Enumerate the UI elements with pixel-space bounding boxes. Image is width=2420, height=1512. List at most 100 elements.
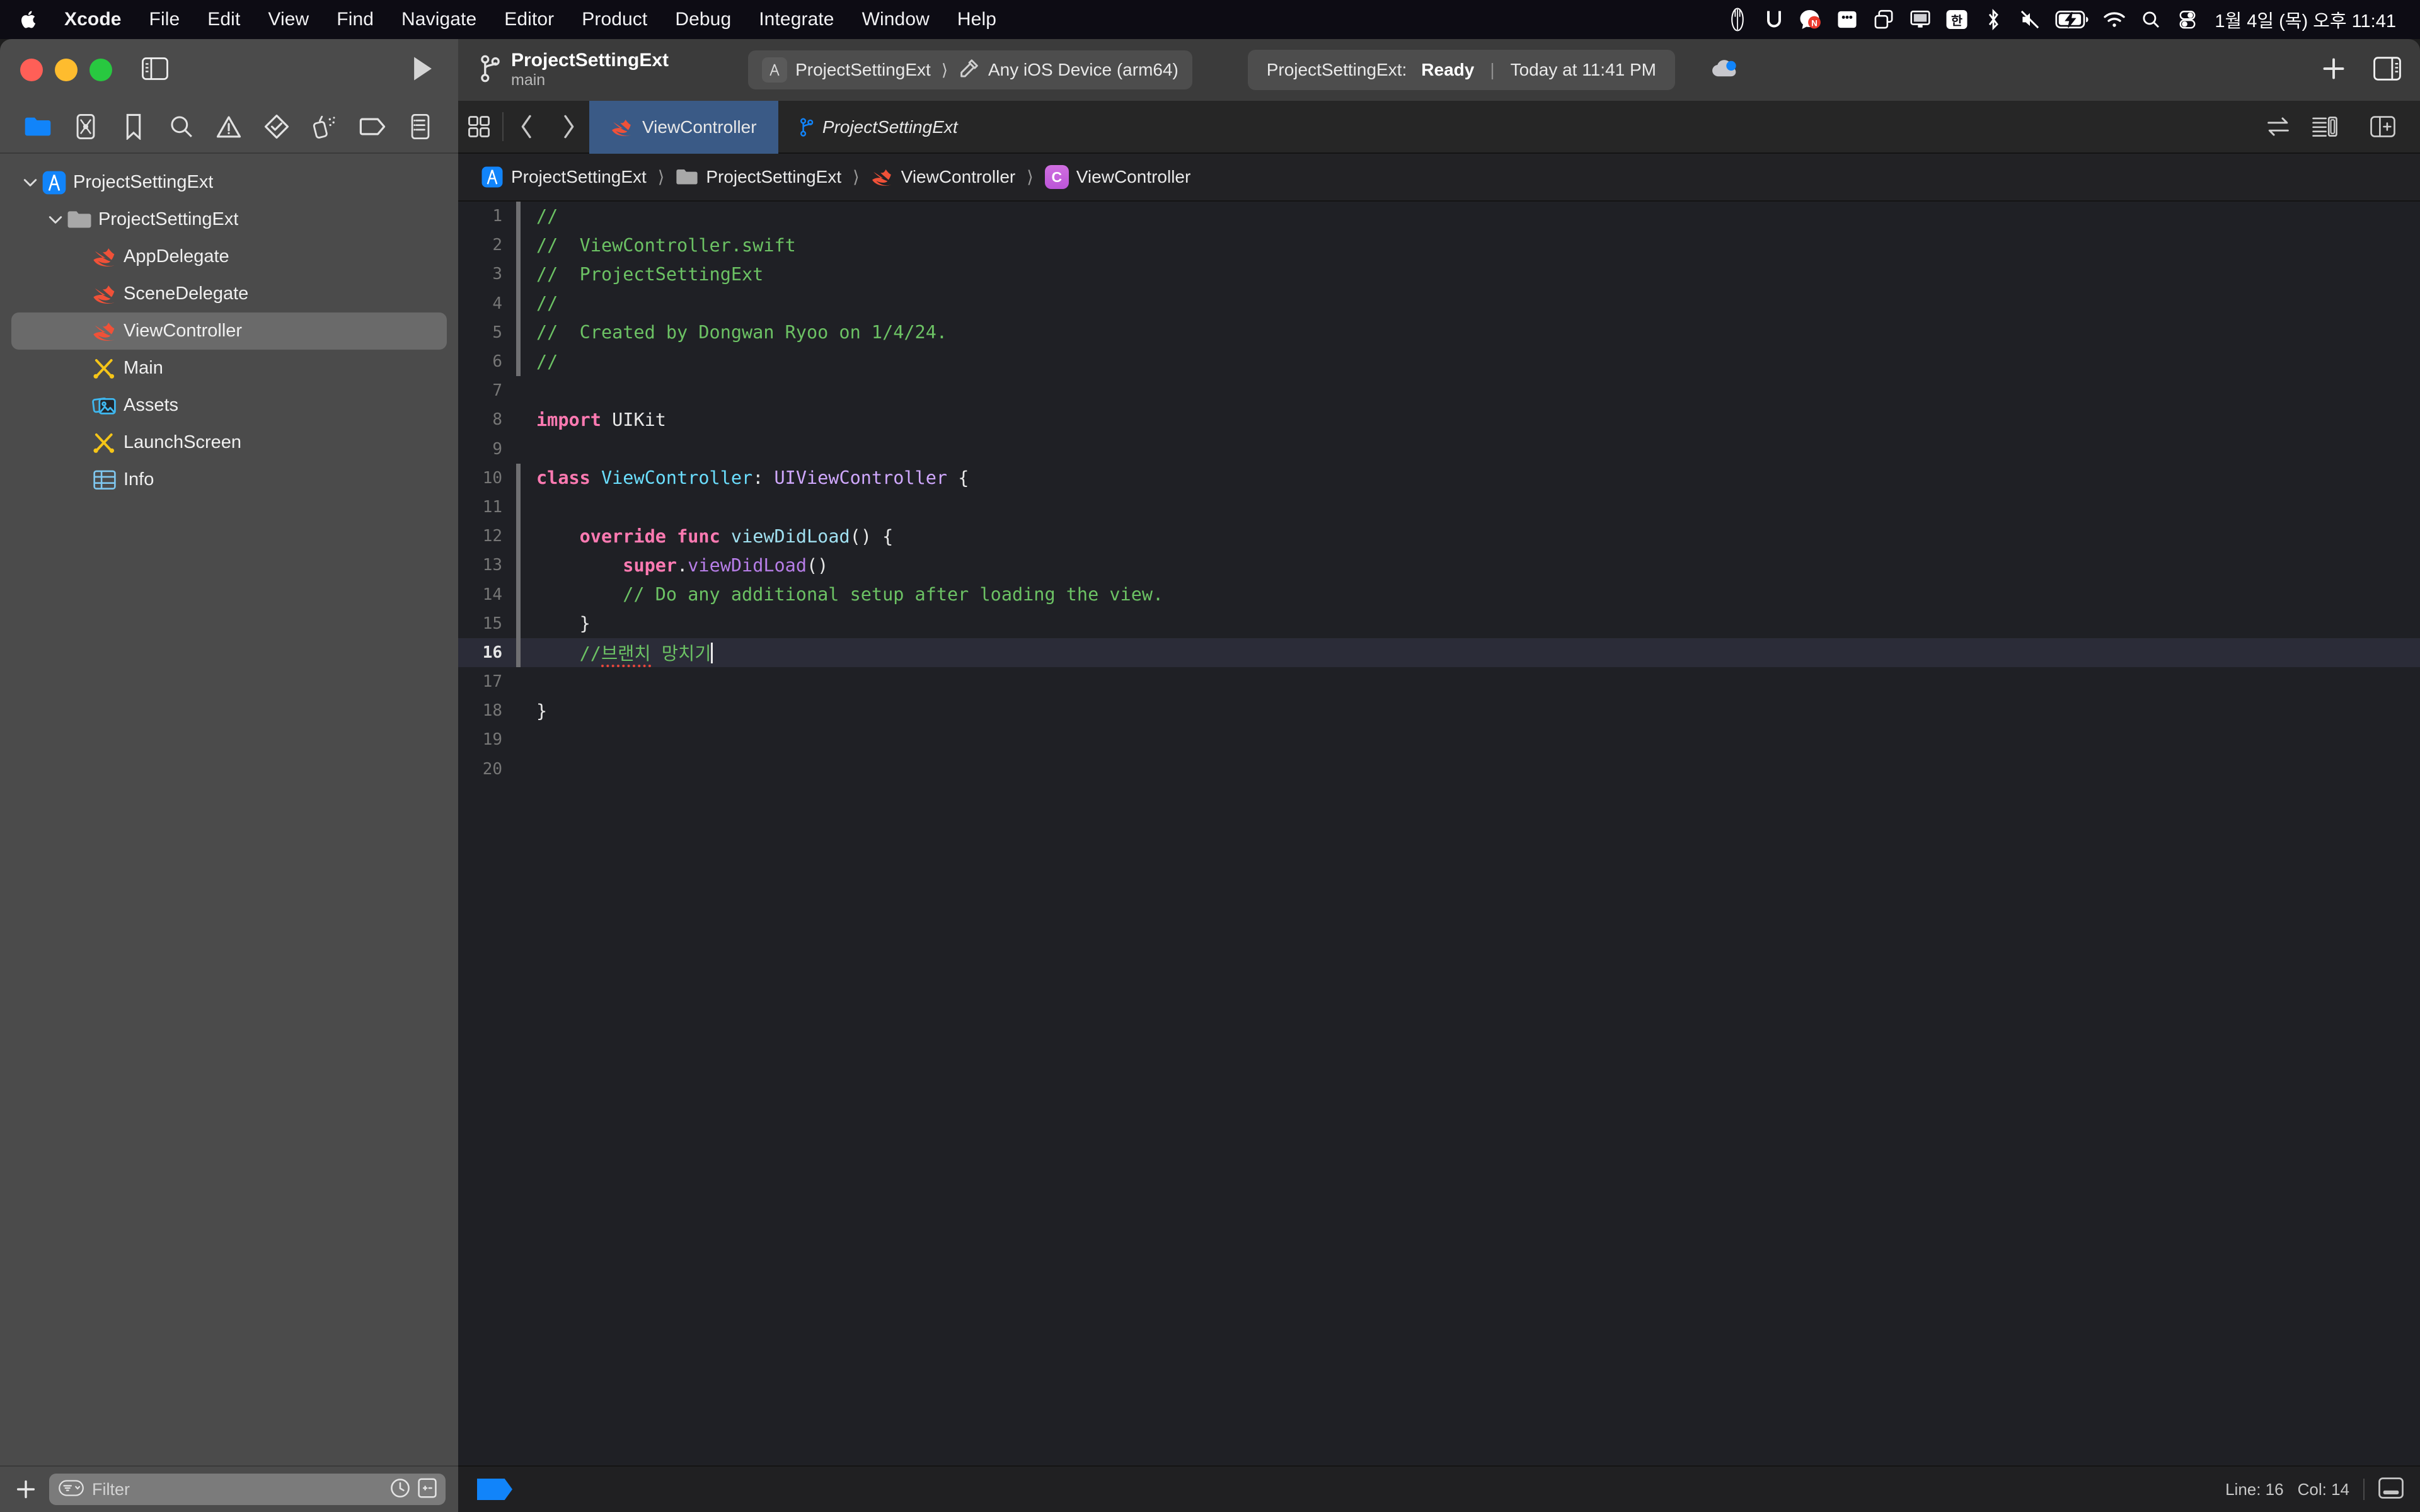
add-editor-icon[interactable] xyxy=(2362,115,2404,138)
tag-icon[interactable] xyxy=(355,110,389,144)
menu-item-debug[interactable]: Debug xyxy=(661,9,745,30)
tree-item-launchscreen-7[interactable]: LaunchScreen xyxy=(11,424,447,461)
breadcrumb-item-1[interactable]: ProjectSettingExt xyxy=(671,167,846,187)
search-icon[interactable] xyxy=(164,110,199,144)
tree-item-appdelegate-2[interactable]: AppDelegate xyxy=(11,238,447,275)
spotlight-search-icon[interactable] xyxy=(2133,0,2169,39)
tree-item-viewcontroller-4[interactable]: ViewController xyxy=(11,312,447,350)
menu-item-product[interactable]: Product xyxy=(568,9,661,30)
recent-clock-icon[interactable] xyxy=(390,1478,410,1501)
apple-logo-icon[interactable] xyxy=(15,8,44,31)
cloud-status-icon[interactable] xyxy=(1710,57,1739,84)
run-play-icon[interactable] xyxy=(412,56,434,84)
minimap-toggle-icon[interactable] xyxy=(2304,115,2346,138)
code-line-13[interactable]: 13 super.viewDidLoad() xyxy=(458,551,2420,580)
code-line-5[interactable]: 5 // Created by Dongwan Ryoo on 1/4/24. xyxy=(458,318,2420,347)
tab-overview-icon[interactable] xyxy=(458,101,500,152)
code-line-16[interactable]: 16 //브랜치 망치기 xyxy=(458,638,2420,668)
breadcrumb-item-0[interactable]: ProjectSettingExt xyxy=(476,166,652,188)
tree-item-projectsettingext-0[interactable]: ProjectSettingExt xyxy=(11,164,447,201)
korean-input-icon[interactable]: 한 xyxy=(1939,0,1975,39)
bluetooth-icon[interactable] xyxy=(1975,0,2012,39)
assets-catalog-icon xyxy=(92,394,117,416)
dots-app-icon[interactable] xyxy=(1829,0,1865,39)
code-token: ViewController xyxy=(601,467,753,489)
menu-item-integrate[interactable]: Integrate xyxy=(745,9,848,30)
code-line-19[interactable]: 19 xyxy=(458,725,2420,754)
source-control-icon[interactable] xyxy=(69,110,103,144)
tree-item-assets-6[interactable]: Assets xyxy=(11,387,447,424)
window-stack-icon[interactable] xyxy=(1865,0,1902,39)
code-line-15[interactable]: 15 } xyxy=(458,609,2420,638)
bookmark-icon[interactable] xyxy=(117,110,151,144)
tree-item-projectsettingext-1[interactable]: ProjectSettingExt xyxy=(11,201,447,238)
filter-dropdown-icon[interactable] xyxy=(58,1479,84,1499)
code-line-12[interactable]: 12 override func viewDidLoad() { xyxy=(458,522,2420,551)
editor-tab-viewcontroller[interactable]: ViewController xyxy=(589,101,778,154)
control-center-icon[interactable] xyxy=(2169,0,2206,39)
fork-knife-icon[interactable] xyxy=(1719,0,1756,39)
toggle-console-icon[interactable] xyxy=(2378,1477,2404,1502)
editor-tab-projectsettingext[interactable]: ProjectSettingExt xyxy=(778,101,979,154)
code-line-6[interactable]: 6 // xyxy=(458,346,2420,377)
menu-item-window[interactable]: Window xyxy=(848,9,943,30)
code-line-17[interactable]: 17 xyxy=(458,667,2420,696)
menu-item-file[interactable]: File xyxy=(135,9,194,30)
code-line-3[interactable]: 3 // ProjectSettingExt xyxy=(458,260,2420,289)
code-line-18[interactable]: 18} xyxy=(458,696,2420,725)
battery-charging-icon[interactable] xyxy=(2048,0,2096,39)
spray-can-icon[interactable] xyxy=(308,110,342,144)
naver-whale-icon[interactable]: N xyxy=(1792,0,1829,39)
code-line-8[interactable]: 8 import UIKit xyxy=(458,405,2420,434)
toggle-inspector-icon[interactable] xyxy=(2373,56,2401,84)
filter-input[interactable]: Filter xyxy=(49,1474,446,1505)
menu-item-navigate[interactable]: Navigate xyxy=(388,9,490,30)
disclosure-chevron-icon[interactable] xyxy=(45,215,66,225)
minimize-button[interactable] xyxy=(55,59,78,81)
breadcrumb-item-2[interactable]: ViewController xyxy=(866,167,1021,187)
code-line-4[interactable]: 4 // xyxy=(458,289,2420,318)
warning-triangle-icon[interactable] xyxy=(212,110,246,144)
diamond-check-icon[interactable] xyxy=(260,110,294,144)
navigate-forward-icon[interactable] xyxy=(548,101,589,152)
zoom-button[interactable] xyxy=(89,59,112,81)
code-line-2[interactable]: 2 // ViewController.swift xyxy=(458,231,2420,260)
compare-swap-icon[interactable] xyxy=(2257,116,2299,137)
magnet-icon[interactable] xyxy=(1756,0,1792,39)
scheme-destination-selector[interactable]: ProjectSettingExt ⟩ Any iOS Device (arm6… xyxy=(748,50,1192,89)
menu-item-editor[interactable]: Editor xyxy=(490,9,568,30)
tree-item-scenedelegate-3[interactable]: SceneDelegate xyxy=(11,275,447,312)
code-line-20[interactable]: 20 xyxy=(458,755,2420,784)
tree-item-main-5[interactable]: Main xyxy=(11,350,447,387)
activity-status-view[interactable]: ProjectSettingExt: Ready | Today at 11:4… xyxy=(1247,50,1675,90)
code-line-1[interactable]: 1 // xyxy=(458,202,2420,231)
add-plus-icon[interactable] xyxy=(2320,55,2347,85)
folder-icon[interactable] xyxy=(21,110,55,144)
source-control-filter-icon[interactable] xyxy=(418,1478,437,1501)
report-list-icon[interactable] xyxy=(403,110,437,144)
menu-item-xcode[interactable]: Xcode xyxy=(50,9,135,30)
breakpoint-enabled-icon[interactable] xyxy=(477,1479,512,1500)
code-line-11[interactable]: 11 xyxy=(458,492,2420,522)
display-icon[interactable] xyxy=(1902,0,1939,39)
code-line-7[interactable]: 7 xyxy=(458,376,2420,405)
code-line-10[interactable]: 10 class ViewController: UIViewController… xyxy=(458,463,2420,493)
code-line-14[interactable]: 14 // Do any additional setup after load… xyxy=(458,580,2420,609)
tree-item-info-8[interactable]: Info xyxy=(11,461,447,498)
source-code-editor[interactable]: 1 // 2 // ViewController.swift 3 // ProjectSe… xyxy=(458,202,2420,1512)
menu-item-help[interactable]: Help xyxy=(943,9,1010,30)
menu-item-view[interactable]: View xyxy=(254,9,323,30)
breadcrumb-item-3[interactable]: C ViewController xyxy=(1040,165,1196,189)
code-line-9[interactable]: 9 xyxy=(458,435,2420,464)
navigate-back-icon[interactable] xyxy=(506,101,548,152)
toggle-navigator-icon[interactable] xyxy=(142,57,168,83)
menu-bar-clock[interactable]: 1월 4일 (목) 오후 11:41 xyxy=(2206,6,2400,33)
menu-item-find[interactable]: Find xyxy=(323,9,388,30)
menu-item-edit[interactable]: Edit xyxy=(193,9,254,30)
wifi-icon[interactable] xyxy=(2096,0,2133,39)
add-file-button[interactable] xyxy=(11,1479,40,1500)
scheme-branch-block[interactable]: ProjectSettingExt main xyxy=(458,50,669,90)
disclosure-chevron-icon[interactable] xyxy=(20,178,40,188)
mute-icon[interactable] xyxy=(2012,0,2048,39)
close-button[interactable] xyxy=(20,59,43,81)
